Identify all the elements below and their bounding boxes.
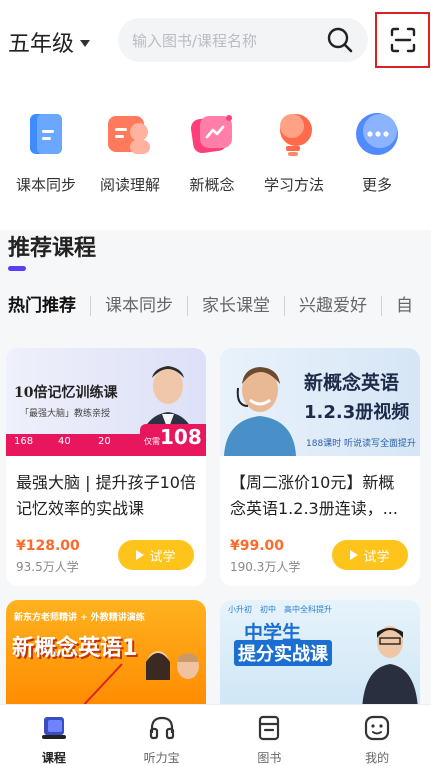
tab-hobby[interactable]: 兴趣爱好 [285,296,382,316]
course-price: ¥128.00 [16,538,80,554]
nav-label: 我的 [365,751,390,765]
cover-title: 10倍记忆训练课 [14,385,118,401]
tab-textbook[interactable]: 课本同步 [91,296,188,316]
scan-button[interactable] [375,12,430,68]
tab-more[interactable]: 自 [382,296,427,316]
category-label: 课本同步 [15,176,76,194]
cover-price: 108 [160,425,202,449]
search-input[interactable]: 输入图书/课程名称 [118,18,368,62]
category-label: 更多 [361,176,392,194]
course-icon [41,717,66,739]
nav-label: 图书 [257,751,282,765]
trial-button[interactable]: 试学 [332,540,408,570]
cover-tagline: 188课时 听说读写全面提升 [306,439,417,449]
header-area: 五年级 输入图书/课程名称 课本同步 阅读理解 新概念 学习方法 更多 [0,0,431,230]
cover-stat: 20 [98,436,111,447]
cover-subtitle: 1.2.3册视频 [304,402,410,423]
course-cover: 10倍记忆训练课 「最强大脑」教练亲授 168 40 20 仅需 108 [6,348,206,456]
trial-button-label: 试学 [149,549,176,565]
cover-tag: 高中全科提升 [284,605,332,614]
textbook-icon [22,110,70,158]
course-title: 最强大脑 | 提升孩子10倍记忆效率的实战课 [16,473,196,518]
tab-parent-class[interactable]: 家长课堂 [188,296,285,316]
category-reading[interactable]: 阅读理解 [90,110,170,195]
course-learners: 190.3万人学 [230,560,301,574]
scan-icon [390,27,415,53]
category-study-method[interactable]: 学习方法 [254,110,334,195]
book-icon [259,715,280,741]
category-textbook[interactable]: 课本同步 [6,110,86,195]
nav-profile[interactable]: 我的 [323,705,431,766]
grade-label: 五年级 [8,32,75,57]
category-tabs: 热门推荐 课本同步 家长课堂 兴趣爱好 自 [0,288,431,324]
new-concept-icon [188,110,236,158]
category-label: 新概念 [189,176,235,194]
cover-stat: 168 [14,436,34,447]
cover-title: 新概念英语 [304,372,400,394]
course-card[interactable]: 小升初 初中 高中全科提升 中学生 提分实战课 [220,600,420,710]
trial-button[interactable]: 试学 [118,540,194,570]
cover-stat: 40 [58,436,71,447]
profile-icon [365,715,390,741]
instructor-photo [362,626,418,710]
cover-tag: 初中 [260,605,276,614]
trial-button-label: 试学 [363,549,390,565]
instructor-photo [146,651,199,680]
cover-top-text: 新东方老师精讲 + 外教精讲演练 [14,613,145,623]
search-icon[interactable] [326,26,354,54]
play-icon [136,550,145,560]
category-label: 阅读理解 [99,176,160,194]
play-icon [350,550,359,560]
bottom-nav: 课程 听力宝 图书 我的 [0,704,431,766]
nav-label: 课程 [41,751,66,765]
category-more[interactable]: 更多 [337,110,417,195]
category-new-concept[interactable]: 新概念 [172,110,252,195]
cover-subtitle: 提分实战课 [234,640,332,666]
course-learners: 93.5万人学 [16,560,79,574]
nav-label: 听力宝 [143,751,180,765]
cover-subtitle: 「最强大脑」教练亲授 [20,409,111,419]
nav-listening[interactable]: 听力宝 [108,705,216,766]
cover-title: 新概念英语1 [12,636,138,661]
course-card[interactable]: 新概念英语 1.2.3册视频 188课时 听说读写全面提升 【周二涨价10元】新… [220,348,420,586]
tab-hot[interactable]: 热门推荐 [0,296,91,316]
course-cover: 新概念英语 1.2.3册视频 188课时 听说读写全面提升 [220,348,420,456]
study-method-icon [270,110,318,158]
section-title-underline [8,266,26,271]
cover-tags: 小升初 初中 高中全科提升 [228,604,332,615]
course-price: ¥99.00 [230,538,285,554]
headphones-icon [149,716,174,740]
nav-course[interactable]: 课程 [0,705,108,766]
more-icon [353,110,401,158]
search-placeholder: 输入图书/课程名称 [132,31,258,50]
nav-books[interactable]: 图书 [216,705,324,766]
category-grid: 课本同步 阅读理解 新概念 学习方法 更多 [0,110,431,200]
chevron-down-icon [80,39,91,47]
section-title: 推荐课程 [8,236,97,261]
course-card[interactable]: 10倍记忆训练课 「最强大脑」教练亲授 168 40 20 仅需 108 最强大… [6,348,206,586]
category-label: 学习方法 [263,176,324,194]
instructor-photo [224,367,296,456]
reading-icon [106,110,154,158]
cover-price-label: 仅需 [144,437,160,446]
cover-tag: 小升初 [228,605,252,614]
course-title: 【周二涨价10元】新概念英语1.2.3册连读，... [230,473,398,518]
grade-selector[interactable]: 五年级 [8,26,91,58]
